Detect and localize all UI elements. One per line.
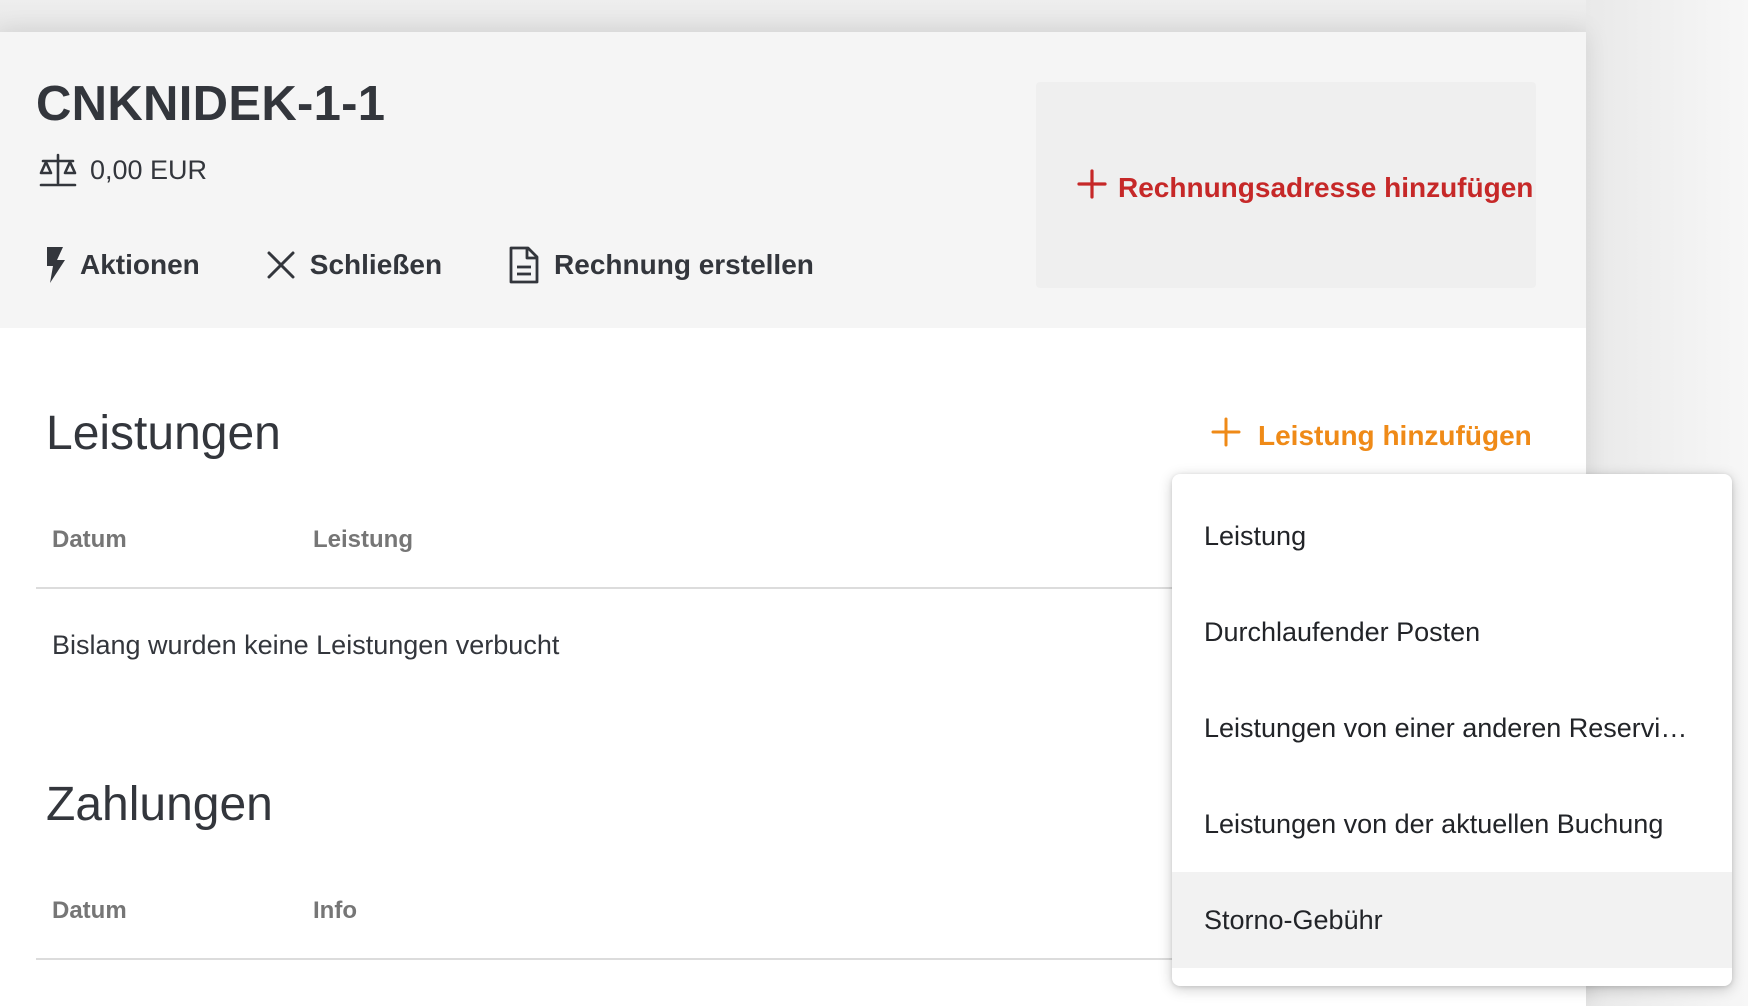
menu-item-durchlaufender-posten[interactable]: Durchlaufender Posten xyxy=(1172,584,1732,680)
menu-item-label: Storno-Gebühr xyxy=(1204,904,1383,935)
menu-item-label: Leistung xyxy=(1204,520,1307,551)
close-label: Schließen xyxy=(309,249,443,280)
menu-item-label: Leistungen von einer anderen Reservierun… xyxy=(1204,712,1688,743)
payments-column-info[interactable]: Info xyxy=(313,897,357,925)
plus-icon xyxy=(1076,168,1108,207)
folio-header: CNKNIDEK-1-1 0,00 EUR Aktionen Schließen… xyxy=(0,32,1586,328)
add-service-button[interactable]: Leistung hinzufügen xyxy=(1210,416,1532,455)
balance-scale-icon xyxy=(38,152,78,188)
menu-item-leistung[interactable]: Leistung xyxy=(1172,488,1732,584)
lightning-bolt-icon xyxy=(44,246,66,284)
folio-title: CNKNIDEK-1-1 xyxy=(36,77,386,131)
add-billing-address-button[interactable]: Rechnungsadresse hinzufügen xyxy=(1076,168,1533,207)
services-section-title: Leistungen xyxy=(46,407,281,460)
payments-section-title: Zahlungen xyxy=(46,778,273,831)
close-x-icon xyxy=(266,250,296,280)
services-column-datum[interactable]: Datum xyxy=(52,526,127,554)
balance-amount: 0,00 EUR xyxy=(90,154,208,185)
close-folio-button[interactable]: Schließen xyxy=(266,249,442,281)
create-invoice-label: Rechnung erstellen xyxy=(554,249,814,280)
menu-item-leistungen-aktuelle-buchung[interactable]: Leistungen von der aktuellen Buchung xyxy=(1172,776,1732,872)
folio-balance: 0,00 EUR xyxy=(38,152,207,188)
menu-item-leistungen-andere-reservierung[interactable]: Leistungen von einer anderen Reservierun… xyxy=(1172,680,1732,776)
add-billing-address-label: Rechnungsadresse hinzufügen xyxy=(1118,171,1534,203)
add-service-label: Leistung hinzufügen xyxy=(1258,419,1532,451)
backdrop-top xyxy=(0,0,1748,32)
actions-button[interactable]: Aktionen xyxy=(44,246,200,284)
billing-address-box: Rechnungsadresse hinzufügen xyxy=(1036,82,1536,288)
create-invoice-button[interactable]: Rechnung erstellen xyxy=(508,246,814,284)
actions-label: Aktionen xyxy=(80,249,200,280)
menu-item-label: Durchlaufender Posten xyxy=(1204,616,1481,647)
menu-item-label: Leistungen von der aktuellen Buchung xyxy=(1204,808,1664,839)
services-column-leistung[interactable]: Leistung xyxy=(313,526,413,554)
payments-column-datum[interactable]: Datum xyxy=(52,897,127,925)
plus-icon xyxy=(1210,416,1242,455)
document-icon xyxy=(508,246,540,284)
services-empty-message: Bislang wurden keine Leistungen verbucht xyxy=(52,630,560,660)
add-service-dropdown-menu: Leistung Durchlaufender Posten Leistunge… xyxy=(1172,474,1732,986)
action-bar: Aktionen Schließen Rechnung erstellen xyxy=(44,246,880,284)
menu-item-storno-gebuehr[interactable]: Storno-Gebühr xyxy=(1172,872,1732,968)
